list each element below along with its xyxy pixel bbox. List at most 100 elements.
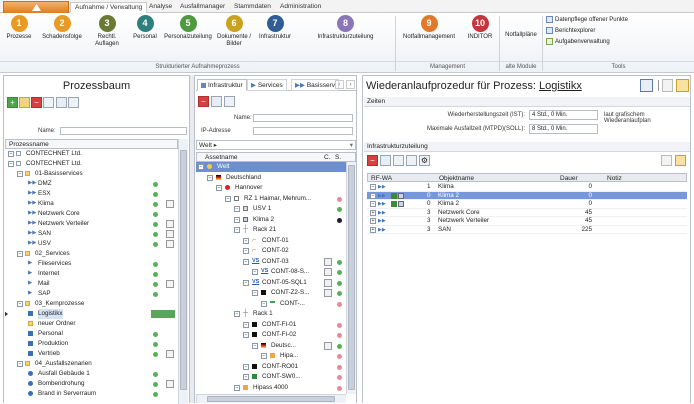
document-icon[interactable] (324, 268, 332, 276)
lock-icon[interactable] (676, 79, 689, 92)
tab-services[interactable]: ▶ Services (247, 79, 287, 91)
infra-table-row[interactable]: + ▶▶ 3 Netzwerk Verteiler 45 (367, 217, 687, 226)
ribbon-button-infrastruktur[interactable]: 7 Infrastruktur (255, 15, 295, 41)
scrollbar[interactable] (178, 139, 188, 404)
print-icon[interactable] (393, 155, 404, 166)
ip-address-input[interactable] (253, 127, 353, 135)
expand-icon[interactable]: − (261, 300, 267, 307)
asset-tree-node[interactable]: − CONT-Z2-S... (196, 288, 346, 298)
scroll-thumb[interactable] (207, 396, 335, 402)
delete-icon[interactable]: − (31, 97, 42, 108)
expand-icon[interactable]: − (252, 342, 258, 349)
expand-icon[interactable]: − (234, 216, 240, 223)
tab-aufnahme-verwaltung[interactable]: Aufnahme / Verwaltung (70, 2, 148, 13)
infra-table-row[interactable]: + ▶▶ 3 Netzwerk Core 45 (367, 209, 687, 217)
lock-icon[interactable] (675, 155, 686, 166)
tree-node[interactable]: ▶▶ SAN (5, 229, 178, 239)
tree-node[interactable]: ▶▶ DMZ (5, 179, 178, 189)
tree-node[interactable]: − CONTECHNET Ltd. (5, 149, 178, 159)
unlock-icon[interactable] (661, 155, 672, 166)
tab-scroll-right-icon[interactable]: › (346, 80, 355, 89)
asset-tree-node[interactable]: − Hipass 4000 (196, 383, 346, 393)
expand-icon[interactable]: − (234, 384, 240, 391)
tab-infrastruktur[interactable]: Infrastruktur (197, 79, 247, 91)
expand-icon[interactable]: − (17, 171, 23, 177)
application-menu-button[interactable] (3, 1, 69, 13)
expand-icon[interactable]: − (252, 269, 258, 275)
tab-basisservices[interactable]: ▶▶ Basisserv (291, 79, 339, 91)
expand-icon[interactable]: − (234, 311, 240, 317)
col-objektname[interactable]: Objektname (439, 174, 474, 183)
tree-node[interactable]: ▶ Internet (5, 269, 178, 279)
tree-node[interactable]: Logistikx (5, 309, 178, 319)
scrollbar[interactable] (346, 162, 356, 394)
expand-icon[interactable]: − (17, 251, 23, 257)
expand-icon[interactable]: − (261, 353, 267, 359)
document-icon[interactable] (324, 341, 332, 350)
tree-node[interactable]: Produktion (5, 339, 178, 349)
tree-node[interactable]: ▶▶ USV (5, 239, 178, 249)
asset-tree-node[interactable]: − USV 1 (196, 204, 346, 214)
tree-node[interactable]: − 04_Ausfallszenarien (5, 359, 178, 369)
col-rf-wa[interactable]: RF-WA (371, 174, 392, 183)
asset-tree-node[interactable]: − Klima 2 (196, 215, 346, 225)
save-icon[interactable] (43, 97, 54, 108)
tree-node[interactable]: ▶ Fileservices (5, 259, 178, 269)
asset-tree-node[interactable]: − RZ 1 Haimar, Mehrum... (196, 194, 346, 204)
expand-icon[interactable]: − (225, 195, 231, 202)
berichtexplorer-button[interactable]: Berichtexplorer (546, 27, 595, 36)
expand-icon[interactable]: − (8, 151, 14, 157)
expand-icon[interactable]: − (8, 161, 14, 167)
infra-table-row[interactable]: + ▶▶ 3 SAN 225 (367, 226, 687, 234)
expand-icon[interactable]: + (370, 209, 376, 216)
print-icon[interactable] (68, 97, 79, 108)
expand-icon[interactable]: + (370, 218, 376, 224)
tree-node[interactable]: Vertrieb (5, 349, 178, 359)
expand-icon[interactable]: − (17, 301, 23, 307)
print-icon[interactable] (224, 96, 235, 107)
tab-analyse[interactable]: Analyse (145, 2, 176, 13)
asset-tree-node[interactable]: − ⌐ CONT-02 (196, 246, 346, 256)
expand-icon[interactable]: − (370, 201, 376, 207)
datenpflege-button[interactable]: Datenpflege offener Punkte (546, 16, 628, 25)
delete-icon[interactable]: − (198, 96, 209, 107)
asset-tree-node[interactable]: − VS CONT-08-S... (196, 267, 346, 277)
horizontal-scrollbar[interactable] (196, 394, 346, 403)
document-icon[interactable] (166, 200, 174, 208)
tree-node[interactable]: Ausfall Gebäude 1 (5, 369, 178, 379)
ribbon-button-rechtl-auflagen[interactable]: 3 Rechtl. Auflagen (87, 15, 127, 48)
tree-node[interactable]: ▶ SAP (5, 289, 178, 299)
ribbon-button-schadensfolge[interactable]: 2 Schadensfolge (38, 15, 86, 41)
unlock-icon[interactable] (662, 79, 673, 92)
expand-icon[interactable]: − (243, 279, 249, 286)
tree-node[interactable]: − CONTECHNET Ltd. (5, 159, 178, 169)
tree-node[interactable]: ▶▶ Klima (5, 199, 178, 209)
asset-tree-node[interactable]: − CONT-FI-01 (196, 320, 346, 330)
expand-icon[interactable]: − (243, 248, 249, 254)
document-icon[interactable] (324, 257, 332, 266)
tree-node[interactable]: neuer Ordner (5, 319, 178, 329)
ribbon-button-inditor[interactable]: 10 INDITOR (461, 15, 499, 41)
asset-tree-node[interactable]: − CONT-FI-02 (196, 330, 346, 340)
expand-icon[interactable]: − (370, 192, 376, 199)
expand-icon[interactable]: − (198, 164, 204, 170)
expand-icon[interactable]: − (252, 290, 258, 296)
asset-name-input[interactable] (253, 114, 353, 122)
expand-icon[interactable]: − (243, 332, 249, 338)
tree-node[interactable]: − 02_Services (5, 249, 178, 259)
soll-value-field[interactable]: 8 Std., 0 Min. (529, 124, 598, 134)
expand-icon[interactable]: − (17, 361, 23, 367)
document-icon[interactable] (324, 289, 332, 297)
infra-table-row[interactable]: − ▶▶ 0 Klima 2 0 (367, 191, 687, 200)
ribbon-button-notfallmanagement[interactable]: 9 Notfallmanagement (398, 15, 460, 41)
aufgabenverwaltung-button[interactable]: Aufgabenverwaltung (546, 38, 610, 47)
notfallplaene-button[interactable]: Notfallpläne (502, 32, 540, 39)
asset-tree-node[interactable]: − VS CONT-03 (196, 257, 346, 267)
tab-administration[interactable]: Administration (276, 2, 325, 13)
settings-icon[interactable]: ⚙ (419, 155, 430, 166)
document-icon[interactable] (166, 240, 174, 248)
asset-tree-node[interactable]: − ⌐ CONT-01 (196, 236, 346, 246)
report-icon[interactable] (56, 97, 67, 108)
export-icon[interactable] (640, 79, 653, 92)
add-icon[interactable]: + (7, 97, 18, 108)
